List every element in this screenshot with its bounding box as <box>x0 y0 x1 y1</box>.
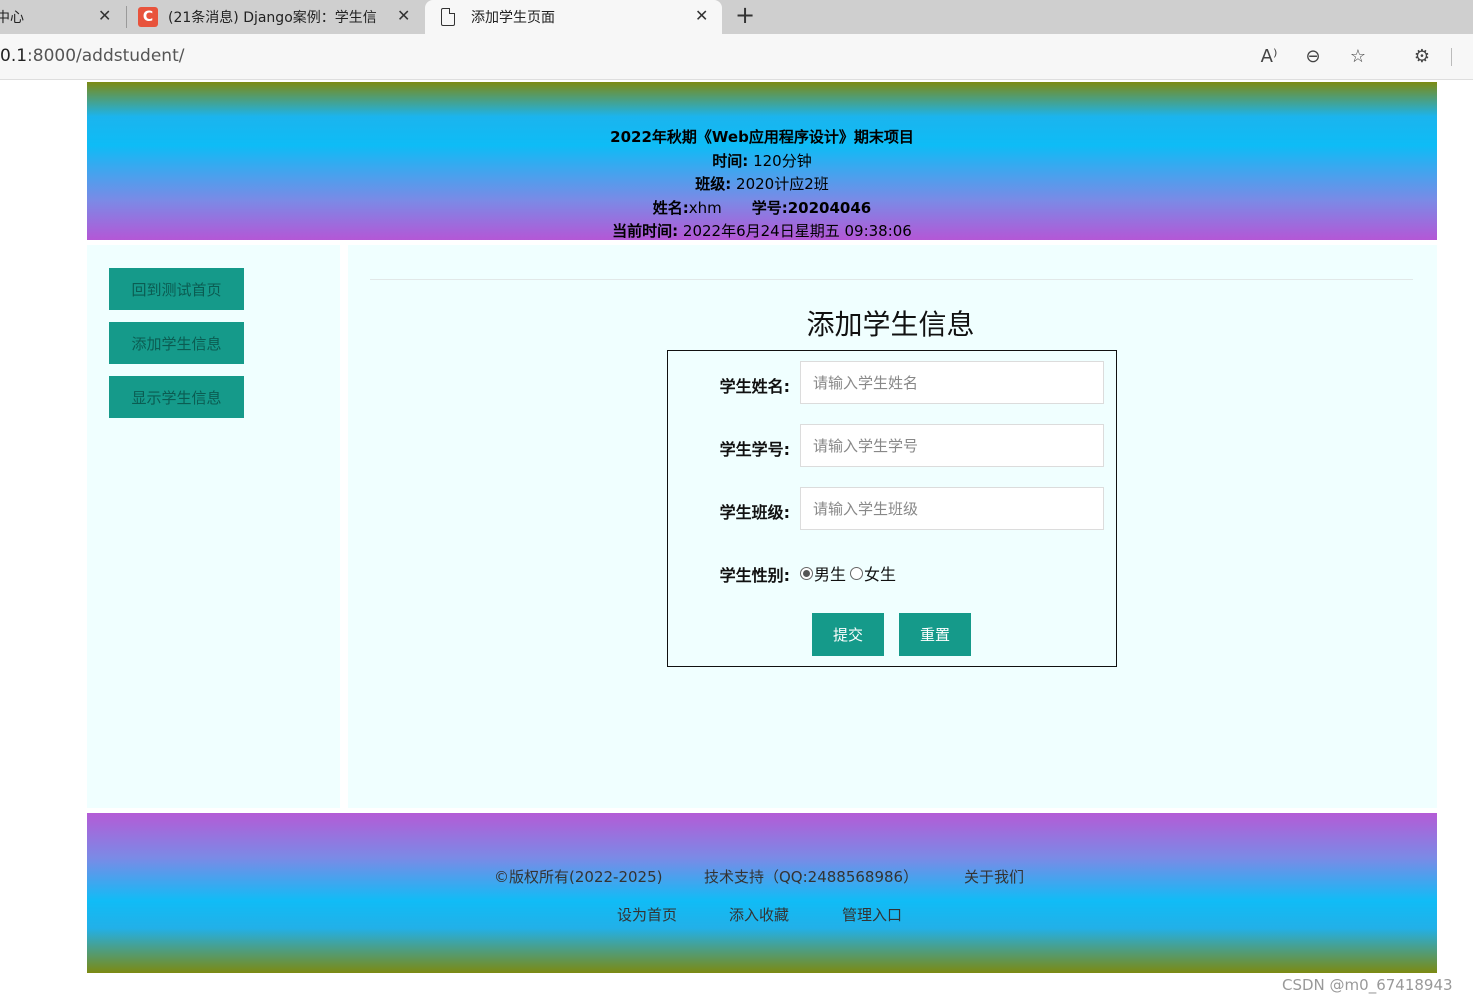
page-header: 2022年秋期《Web应用程序设计》期末项目 时间: 120分钟 班级: 202… <box>87 82 1437 240</box>
admin-entry-link[interactable]: 管理入口 <box>842 904 902 925</box>
time-label: 时间: <box>712 151 749 170</box>
current-time-value: 2022年6月24日星期五 09:38:06 <box>682 222 912 241</box>
support-text: 技术支持（QQ:2488568986） <box>704 868 919 886</box>
form-title-text: 添加学生信息 <box>806 308 975 341</box>
student-id-label: 学生学号: <box>719 440 790 459</box>
name-value: xhm <box>688 198 722 217</box>
tab-title: 添加学生页面 <box>471 10 555 26</box>
student-class-label: 学生班级: <box>719 503 790 522</box>
sidebar: 回到测试首页 添加学生信息 显示学生信息 <box>87 245 340 808</box>
url-path: :8000/addstudent/ <box>27 46 185 66</box>
add-favorite-link[interactable]: 添入收藏 <box>729 904 789 925</box>
form-title: 添加学生信息 <box>348 303 1437 343</box>
form-row-name: 学生姓名: <box>668 361 1118 405</box>
document-icon <box>441 8 455 26</box>
student-id-input[interactable] <box>800 424 1104 467</box>
address-bar: 0.1:8000/addstudent/ A⁾ ⊖ ☆ ⚙ <box>0 34 1473 80</box>
student-id-value: 20204046 <box>787 198 872 217</box>
student-class-input[interactable] <box>800 487 1104 530</box>
add-favorite-icon[interactable]: ☆ <box>1346 44 1370 68</box>
student-name-input[interactable] <box>800 361 1104 404</box>
extensions-icon[interactable]: ⚙ <box>1410 44 1434 68</box>
divider <box>370 279 1413 280</box>
browser-tab-bar: 中心 ✕ C (21条消息) Django案例：学生信 ✕ 添加学生页面 ✕ + <box>0 0 1473 34</box>
toolbar-separator <box>1451 48 1452 66</box>
browser-tab-active[interactable]: 添加学生页面 ✕ <box>425 0 722 34</box>
student-name-label: 学生姓名: <box>719 377 790 396</box>
tab-title: (21条消息) Django案例：学生信 <box>168 10 377 26</box>
about-us-link[interactable]: 关于我们 <box>964 866 1024 887</box>
sidebar-item-show-students[interactable]: 显示学生信息 <box>109 376 244 418</box>
class-label: 班级: <box>695 175 732 194</box>
url-field[interactable]: 0.1:8000/addstudent/ <box>0 46 184 66</box>
project-title: 2022年秋期《Web应用程序设计》期末项目 <box>610 128 914 146</box>
name-label: 姓名: <box>652 198 689 217</box>
url-host: 0.1 <box>0 46 28 66</box>
close-icon[interactable]: ✕ <box>98 6 111 26</box>
add-student-form: 学生姓名: 学生学号: 学生班级: 学生性别: 男生 女生 提交 重置 <box>667 350 1117 667</box>
submit-button[interactable]: 提交 <box>812 613 884 656</box>
current-time-label: 当前时间: <box>612 222 679 241</box>
tab-separator <box>126 6 127 28</box>
copyright-text: ©版权所有(2022-2025) <box>494 868 663 886</box>
browser-tab-2[interactable]: C (21条消息) Django案例：学生信 ✕ <box>130 0 420 34</box>
form-row-class: 学生班级: <box>668 487 1118 531</box>
close-icon[interactable]: ✕ <box>695 6 708 26</box>
page-footer: ©版权所有(2022-2025) 技术支持（QQ:2488568986） 关于我… <box>87 813 1437 973</box>
close-icon[interactable]: ✕ <box>397 6 410 26</box>
gender-radio-group: 男生 女生 <box>800 561 896 585</box>
set-homepage-link[interactable]: 设为首页 <box>617 904 677 925</box>
gender-male-label: 男生 <box>814 565 847 584</box>
main-content: 添加学生信息 学生姓名: 学生学号: 学生班级: 学生性别: 男生 女生 提交 … <box>348 245 1437 808</box>
student-id-label: 学号: <box>751 198 788 217</box>
new-tab-icon[interactable]: + <box>735 2 755 28</box>
form-row-gender: 学生性别: 男生 女生 <box>668 550 1118 594</box>
tab-title: 中心 <box>0 10 24 26</box>
header-info: 2022年秋期《Web应用程序设计》期末项目 时间: 120分钟 班级: 202… <box>87 126 1437 244</box>
time-value: 120分钟 <box>753 151 812 170</box>
browser-tab-1[interactable]: 中心 ✕ <box>0 0 125 34</box>
form-row-id: 学生学号: <box>668 424 1118 468</box>
sidebar-item-add-student[interactable]: 添加学生信息 <box>109 322 244 364</box>
watermark: CSDN @m0_67418943 <box>1282 976 1453 994</box>
zoom-out-icon[interactable]: ⊖ <box>1301 44 1325 68</box>
gender-male-radio[interactable] <box>800 566 813 580</box>
reset-button[interactable]: 重置 <box>899 613 971 656</box>
gender-female-radio[interactable] <box>850 566 864 580</box>
read-aloud-icon[interactable]: A⁾ <box>1257 44 1281 68</box>
student-gender-label: 学生性别: <box>719 566 790 585</box>
csdn-favicon-icon: C <box>138 7 158 27</box>
sidebar-item-home[interactable]: 回到测试首页 <box>109 268 244 310</box>
gender-female-label: 女生 <box>864 565 897 584</box>
class-value: 2020计应2班 <box>736 175 829 194</box>
